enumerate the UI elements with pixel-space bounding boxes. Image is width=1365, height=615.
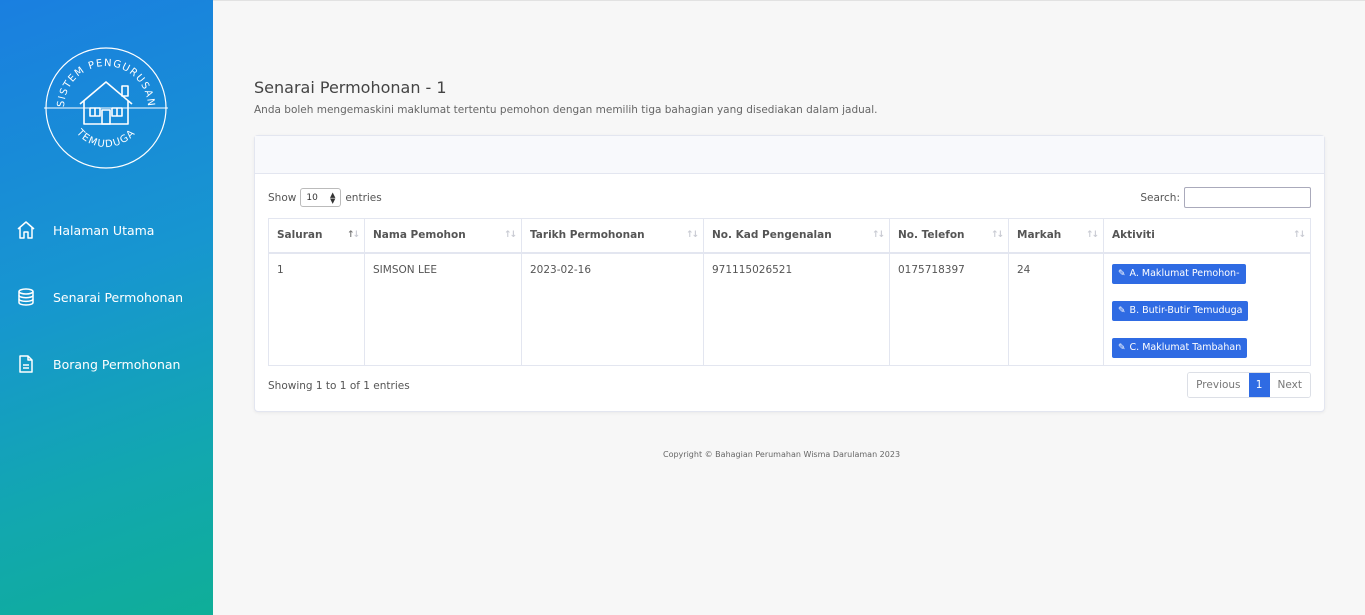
cell-aktiviti: ✎ A. Maklumat Pemohon- ✎ B. Butir-Butir Te… (1103, 252, 1311, 366)
cell-markah: 24 (1008, 252, 1104, 366)
column-header-kad[interactable]: No. Kad Pengenalan ↑↓ (703, 218, 890, 254)
search-input[interactable] (1184, 187, 1311, 208)
table-row: 1 SIMSON LEE 2023-02-16 971115026521 017… (268, 252, 1311, 366)
select-arrows-icon: ▲ ▼ (329, 190, 336, 205)
top-divider (213, 0, 1365, 1)
logo-bottom-text: TEMUDUGA (73, 127, 136, 151)
butir-temuduga-button[interactable]: ✎ B. Butir-Butir Temuduga (1112, 300, 1249, 321)
footer-copyright: Copyright © Bahagian Perumahan Wisma Dar… (663, 450, 901, 459)
page-length-control: Show 10 ▲ ▼ entries (268, 188, 382, 207)
maklumat-tambahan-button[interactable]: ✎ C. Maklumat Tambahan (1112, 337, 1248, 358)
show-label: Show (268, 191, 297, 204)
search-label: Search: (1140, 191, 1180, 204)
svg-text:TEMUDUGA: TEMUDUGA (73, 127, 137, 151)
column-header-markah[interactable]: Markah ↑↓ (1008, 218, 1104, 254)
column-header-tarikh[interactable]: Tarikh Permohonan ↑↓ (521, 218, 704, 254)
database-icon (16, 287, 36, 307)
edit-icon: ✎ (1118, 305, 1126, 316)
sort-icon: ↑↓ (871, 230, 885, 240)
sidebar: SISTEM PENGURUSAN TEMUDUGA Halaman Utama (0, 0, 213, 615)
edit-icon: ✎ (1118, 268, 1126, 279)
column-header-telefon[interactable]: No. Telefon ↑↓ (889, 218, 1009, 254)
pagination: Previous 1 Next (1187, 372, 1311, 398)
cell-telefon: 0175718397 (889, 252, 1009, 366)
maklumat-pemohon-button[interactable]: ✎ A. Maklumat Pemohon- (1112, 263, 1246, 284)
page-title: Senarai Permohonan - 1 (254, 78, 447, 97)
cell-nama: SIMSON LEE (364, 252, 522, 366)
sidebar-item-borang-permohonan[interactable]: Borang Permohonan (16, 352, 180, 376)
table-info: Showing 1 to 1 of 1 entries (268, 380, 410, 392)
page-subtitle: Anda boleh mengemaskini maklumat tertent… (254, 104, 878, 116)
page-length-value: 10 (306, 192, 318, 203)
previous-page-button[interactable]: Previous (1188, 373, 1249, 397)
sort-icon: ↑↓ (1085, 230, 1099, 240)
home-icon (16, 220, 36, 240)
sort-icon: ↑↓ (503, 230, 517, 240)
cell-tarikh: 2023-02-16 (521, 252, 704, 366)
applications-table: Saluran ↑↓ Nama Pemohon ↑↓ Tarikh Permohon… (268, 218, 1311, 366)
sort-asc-icon: ↑↓ (346, 230, 360, 240)
page-length-select[interactable]: 10 ▲ ▼ (300, 188, 342, 207)
card-header (255, 136, 1324, 174)
table-header-row: Saluran ↑↓ Nama Pemohon ↑↓ Tarikh Permohon… (268, 218, 1311, 254)
entries-label: entries (345, 191, 382, 204)
house-logo-icon: SISTEM PENGURUSAN TEMUDUGA (44, 47, 168, 169)
sort-icon: ↑↓ (990, 230, 1004, 240)
app-logo[interactable]: SISTEM PENGURUSAN TEMUDUGA (42, 46, 172, 170)
sort-icon: ↑↓ (1292, 230, 1306, 240)
search-control: Search: (1140, 187, 1311, 208)
edit-icon: ✎ (1118, 342, 1126, 353)
applications-card: Show 10 ▲ ▼ entries Search: Saluran ↑↓ Nam… (254, 135, 1325, 412)
column-header-nama[interactable]: Nama Pemohon ↑↓ (364, 218, 522, 254)
file-icon (16, 354, 36, 374)
page-button-current[interactable]: 1 (1248, 373, 1270, 397)
sort-icon: ↑↓ (685, 230, 699, 240)
column-header-aktiviti[interactable]: Aktiviti ↑↓ (1103, 218, 1311, 254)
sidebar-item-label: Halaman Utama (53, 222, 155, 238)
sidebar-item-senarai-permohonan[interactable]: Senarai Permohonan (16, 285, 183, 309)
cell-saluran: 1 (268, 252, 365, 366)
sidebar-item-halaman-utama[interactable]: Halaman Utama (16, 218, 154, 242)
next-page-button[interactable]: Next (1269, 373, 1310, 397)
column-header-saluran[interactable]: Saluran ↑↓ (268, 218, 365, 254)
sidebar-item-label: Borang Permohonan (53, 356, 181, 372)
cell-kad: 971115026521 (703, 252, 890, 366)
sidebar-item-label: Senarai Permohonan (53, 289, 184, 305)
